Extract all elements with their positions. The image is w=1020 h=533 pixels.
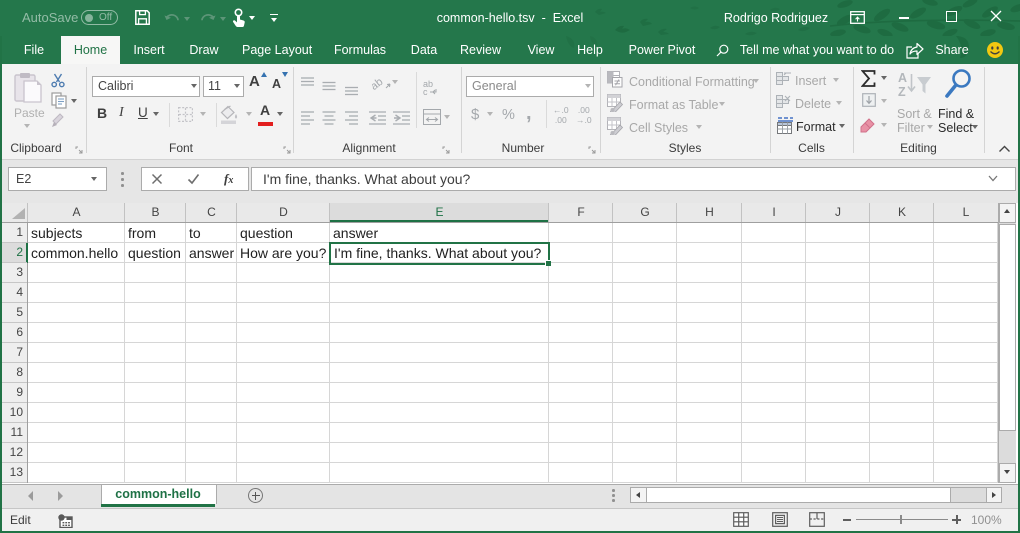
svg-text:Z: Z: [898, 85, 906, 99]
svg-text:ab: ab: [372, 76, 385, 92]
svg-text:A: A: [898, 71, 907, 85]
svg-text:c: c: [423, 87, 428, 96]
